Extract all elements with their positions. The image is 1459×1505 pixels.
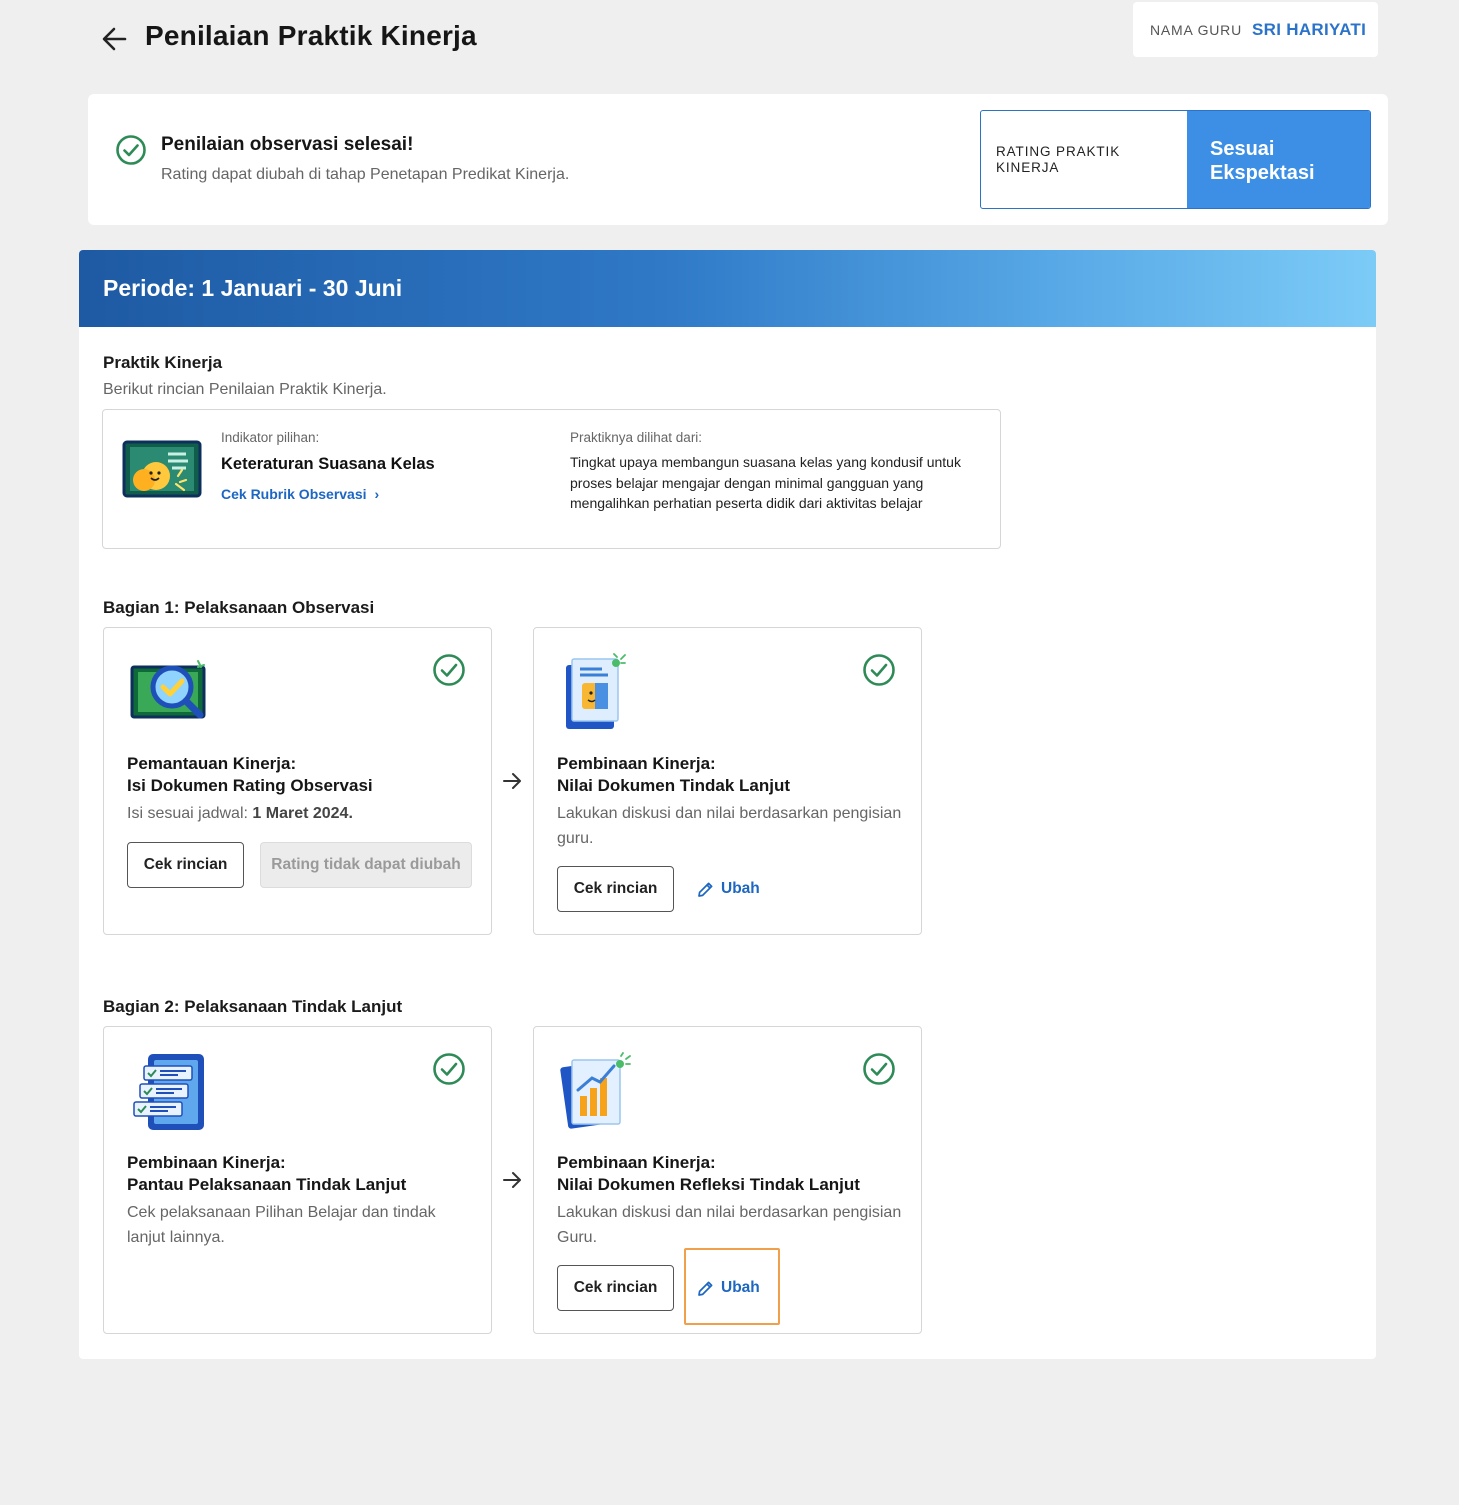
schedule-prefix: Isi sesuai jadwal: [127, 805, 253, 822]
arrow-left-icon[interactable] [98, 22, 132, 56]
indicator-title: Keteraturan Suasana Kelas [221, 455, 435, 473]
step-description: Cek pelaksanaan Pilihan Belajar dan tind… [127, 1204, 436, 1246]
rating-locked-button: Rating tidak dapat diubah [260, 842, 472, 888]
step-title-line2: Nilai Dokumen Refleksi Tindak Lanjut [557, 1175, 860, 1194]
status-title: Penilaian observasi selesai! [161, 134, 414, 155]
rating-value: Sesuai Ekspektasi [1187, 111, 1370, 208]
rubric-link-label: Cek Rubrik Observasi [221, 486, 367, 502]
check-circle-icon [116, 135, 146, 165]
praktik-subtitle: Berikut rincian Penilaian Praktik Kinerj… [103, 381, 387, 398]
step-title: Pembinaan Kinerja: Nilai Dokumen Tindak … [557, 753, 790, 797]
teacher-label: NAMA GURU [1150, 21, 1242, 38]
step-description: Lakukan diskusi dan nilai berdasarkan pe… [557, 1204, 902, 1246]
rating-value-line2: Ekspektasi [1210, 162, 1315, 184]
step-card-monitor-followup: Pembinaan Kinerja: Pantau Pelaksanaan Ti… [103, 1026, 492, 1334]
step-title-line2: Pantau Pelaksanaan Tindak Lanjut [127, 1175, 407, 1194]
step-title-line1: Pemantauan Kinerja: [127, 754, 297, 773]
checklist-phone-icon [133, 1054, 204, 1130]
step-title-line2: Nilai Dokumen Tindak Lanjut [557, 776, 790, 795]
teacher-name: SRI HARIYATI [1252, 19, 1367, 39]
classroom-illustration-icon [122, 440, 202, 498]
edit-button[interactable]: Ubah [697, 866, 760, 912]
main-card: Periode: 1 Januari - 30 Juni Praktik Kin… [79, 250, 1376, 1359]
rating-box: RATING PRAKTIK KINERJA Sesuai Ekspektasi [980, 110, 1371, 209]
pencil-icon [698, 882, 713, 897]
schedule-date: 1 Maret 2024. [252, 805, 353, 822]
edit-button-highlight [684, 1248, 780, 1325]
step-description: Lakukan diskusi dan nilai berdasarkan pe… [557, 805, 902, 847]
check-details-button[interactable]: Cek rincian [127, 842, 244, 888]
step-title-line2: Isi Dokumen Rating Observasi [127, 776, 373, 795]
period-label: Periode: 1 Januari - 30 Juni [103, 275, 403, 301]
step-card-followup-document: Pembinaan Kinerja: Nilai Dokumen Tindak … [533, 627, 922, 935]
status-subtitle: Rating dapat diubah di tahap Penetapan P… [161, 166, 570, 183]
part2-title: Bagian 2: Pelaksanaan Tindak Lanjut [103, 997, 403, 1016]
edit-label: Ubah [721, 880, 760, 897]
page-header: Penilaian Praktik Kinerja NAMA GURU SRI … [0, 0, 1459, 80]
part1-title: Bagian 1: Pelaksanaan Observasi [103, 598, 375, 617]
check-circle-icon [433, 654, 465, 686]
praktik-title: Praktik Kinerja [103, 353, 223, 372]
rating-label-line1: RATING PRAKTIK [996, 144, 1121, 159]
arrow-right-icon [503, 1172, 521, 1188]
step-title-line1: Pembinaan Kinerja: [557, 754, 716, 773]
practice-text: Tingkat upaya membangun suasana kelas ya… [570, 454, 961, 511]
magnifier-document-icon [130, 660, 206, 719]
page-title: Penilaian Praktik Kinerja [145, 20, 477, 51]
check-details-button[interactable]: Cek rincian [557, 866, 674, 912]
rating-value-line1: Sesuai [1210, 138, 1275, 160]
rating-label-line2: KINERJA [996, 160, 1060, 175]
rubric-link[interactable]: Cek Rubrik Observasi › [221, 486, 379, 502]
chart-document-icon [560, 1052, 631, 1129]
rating-label: RATING PRAKTIK KINERJA [981, 111, 1187, 208]
step-title: Pembinaan Kinerja: Pantau Pelaksanaan Ti… [127, 1152, 406, 1196]
step-card-observation-rating: Pemantauan Kinerja: Isi Dokumen Rating O… [103, 627, 492, 935]
document-person-icon [566, 653, 626, 729]
chevron-right-icon: › [374, 486, 380, 502]
period-bar: Periode: 1 Januari - 30 Juni [79, 250, 1376, 327]
step-title: Pemantauan Kinerja: Isi Dokumen Rating O… [127, 753, 373, 797]
status-card: Penilaian observasi selesai! Rating dapa… [88, 94, 1388, 225]
arrow-right-icon [503, 773, 521, 789]
step-title-line1: Pembinaan Kinerja: [557, 1153, 716, 1172]
teacher-info: NAMA GURU SRI HARIYATI [1133, 2, 1378, 57]
practice-label: Praktiknya dilihat dari: [570, 430, 703, 445]
step-description: Isi sesuai jadwal: 1 Maret 2024. [127, 802, 472, 827]
step-card-reflection-document: Pembinaan Kinerja: Nilai Dokumen Refleks… [533, 1026, 922, 1334]
check-circle-icon [863, 654, 895, 686]
check-circle-icon [433, 1053, 465, 1085]
indicator-box: Indikator pilihan: Keteraturan Suasana K… [102, 409, 1001, 549]
indicator-label: Indikator pilihan: [221, 430, 320, 445]
check-details-button[interactable]: Cek rincian [557, 1265, 674, 1311]
step-title-line1: Pembinaan Kinerja: [127, 1153, 286, 1172]
step-title: Pembinaan Kinerja: Nilai Dokumen Refleks… [557, 1152, 860, 1196]
check-circle-icon [863, 1053, 895, 1085]
